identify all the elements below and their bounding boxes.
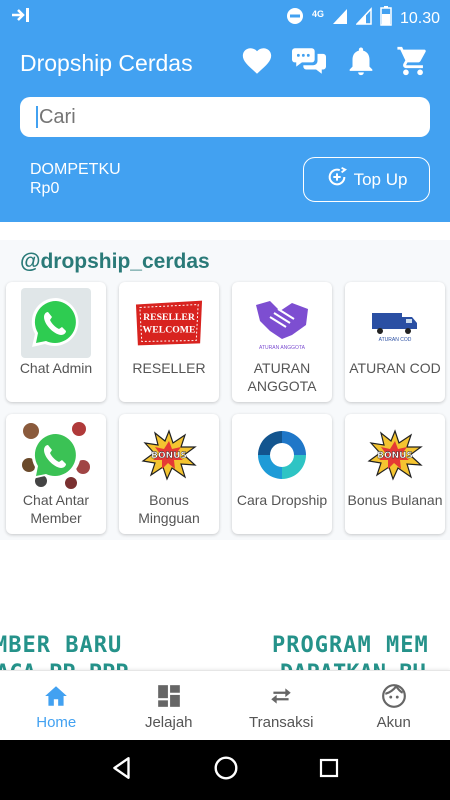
screen: 4G 10.30 Dropship Cerdas Cari DOMPETKU R…	[0, 0, 450, 800]
bell-icon[interactable]	[344, 44, 378, 78]
wallet-balance: Rp0	[30, 180, 60, 197]
dropship-logo-icon	[247, 420, 317, 490]
menu-section: @dropship_cerdas Chat Admin RESELLER WEL…	[0, 240, 450, 540]
wallet-label: DOMPETKU	[30, 161, 121, 178]
system-nav-bar	[0, 740, 450, 800]
menu-item-label: Cara Dropship	[236, 492, 328, 508]
nav-label: Jelajah	[144, 714, 193, 731]
menu-item-label: ATURAN COD	[349, 360, 441, 376]
nav-item-transaksi[interactable]: Transaksi	[225, 671, 338, 741]
bonus-burst-icon: BONUS	[134, 420, 204, 490]
svg-text:BONUS: BONUS	[377, 451, 413, 461]
svg-text:ATURAN ANGGOTA: ATURAN ANGGOTA	[259, 345, 306, 351]
menu-item-aturan-cod[interactable]: ATURAN COD ATURAN COD	[345, 282, 445, 402]
cast-exit-icon	[10, 6, 32, 29]
reseller-welcome-badge: RESELLER WELCOME	[134, 288, 204, 358]
whatsapp-group-icon	[21, 420, 91, 490]
search-input[interactable]	[38, 105, 414, 129]
svg-text:RESELLER: RESELLER	[143, 312, 196, 323]
heart-icon[interactable]	[240, 44, 274, 78]
signal-icon	[332, 7, 348, 30]
banner-subtext-right: DAPATKAN BU	[280, 661, 426, 670]
whatsapp-icon	[21, 288, 91, 358]
menu-item-bonus-bulanan[interactable]: BONUS Bonus Bulanan	[345, 414, 445, 534]
app-title: Dropship Cerdas	[20, 50, 193, 76]
menu-item-label: Bonus Mingguan	[138, 492, 200, 526]
menu-item-reseller[interactable]: RESELLER WELCOME RESELLER	[119, 282, 219, 402]
handshake-icon: ATURAN ANGGOTA	[247, 288, 317, 358]
nav-item-home[interactable]: Home	[0, 671, 113, 741]
nav-item-jelajah[interactable]: Jelajah	[113, 671, 226, 741]
promo-banner[interactable]: MBER BARU PROGRAM MEM ACA PP PPP DAPATKA…	[0, 625, 450, 670]
swap-arrows-icon	[268, 683, 294, 709]
header-actions	[240, 44, 430, 78]
home-circle-icon[interactable]	[213, 755, 239, 786]
menu-item-label: Chat Antar Member	[22, 492, 90, 526]
signal-icon	[355, 7, 372, 30]
topup-button[interactable]: Top Up	[303, 157, 430, 202]
menu-item-cara-dropship[interactable]: Cara Dropship	[232, 414, 332, 534]
status-time: 10.30	[399, 9, 440, 27]
nav-label: Transaksi	[249, 714, 314, 731]
banner-text-left: MBER BARU	[0, 633, 123, 658]
nav-label: Home	[36, 714, 77, 731]
home-icon	[43, 683, 69, 709]
bottom-nav: Home Jelajah Transaksi Akun	[0, 670, 450, 740]
network-type-label: 4G	[311, 8, 324, 19]
menu-item-label: Bonus Bulanan	[347, 492, 443, 508]
chat-icon[interactable]	[292, 44, 326, 78]
svg-text:ATURAN COD: ATURAN COD	[379, 337, 412, 343]
menu-grid: Chat Admin RESELLER WELCOME RESELLER ATU…	[6, 282, 445, 534]
banner-subtext-left: ACA PP PPP	[0, 661, 128, 670]
recents-icon[interactable]	[317, 756, 341, 785]
truck-icon: ATURAN COD	[360, 288, 430, 358]
nav-item-akun[interactable]: Akun	[338, 671, 450, 741]
banner-text-right: PROGRAM MEM	[272, 633, 429, 658]
svg-text:WELCOME: WELCOME	[143, 325, 196, 336]
menu-item-label: Chat Admin	[19, 360, 93, 376]
dashboard-icon	[156, 683, 182, 709]
do-not-disturb-icon	[286, 7, 304, 30]
battery-icon	[380, 6, 392, 31]
topup-icon	[326, 166, 348, 193]
menu-item-label: ATURAN ANGGOTA	[247, 360, 317, 394]
menu-item-aturan-anggota[interactable]: ATURAN ANGGOTA ATURAN ANGGOTA	[232, 282, 332, 402]
cart-icon[interactable]	[396, 44, 430, 78]
text-cursor	[36, 106, 38, 128]
back-icon[interactable]	[109, 755, 135, 786]
section-title: @dropship_cerdas	[20, 250, 210, 273]
face-icon	[381, 683, 407, 709]
menu-item-bonus-mingguan[interactable]: BONUS Bonus Mingguan	[119, 414, 219, 534]
svg-text:BONUS: BONUS	[151, 451, 187, 461]
topup-label: Top Up	[353, 169, 408, 189]
nav-label: Akun	[376, 714, 411, 731]
app-header: Dropship Cerdas DOMPETKU Rp0	[0, 30, 450, 222]
search-box[interactable]	[20, 97, 430, 137]
menu-item-label: RESELLER	[132, 360, 206, 376]
menu-item-chat-antar-member[interactable]: Chat Antar Member	[6, 414, 106, 534]
menu-item-chat-admin[interactable]: Chat Admin	[6, 282, 106, 402]
bonus-burst-icon: BONUS	[360, 420, 430, 490]
status-bar: 4G 10.30	[0, 0, 450, 30]
